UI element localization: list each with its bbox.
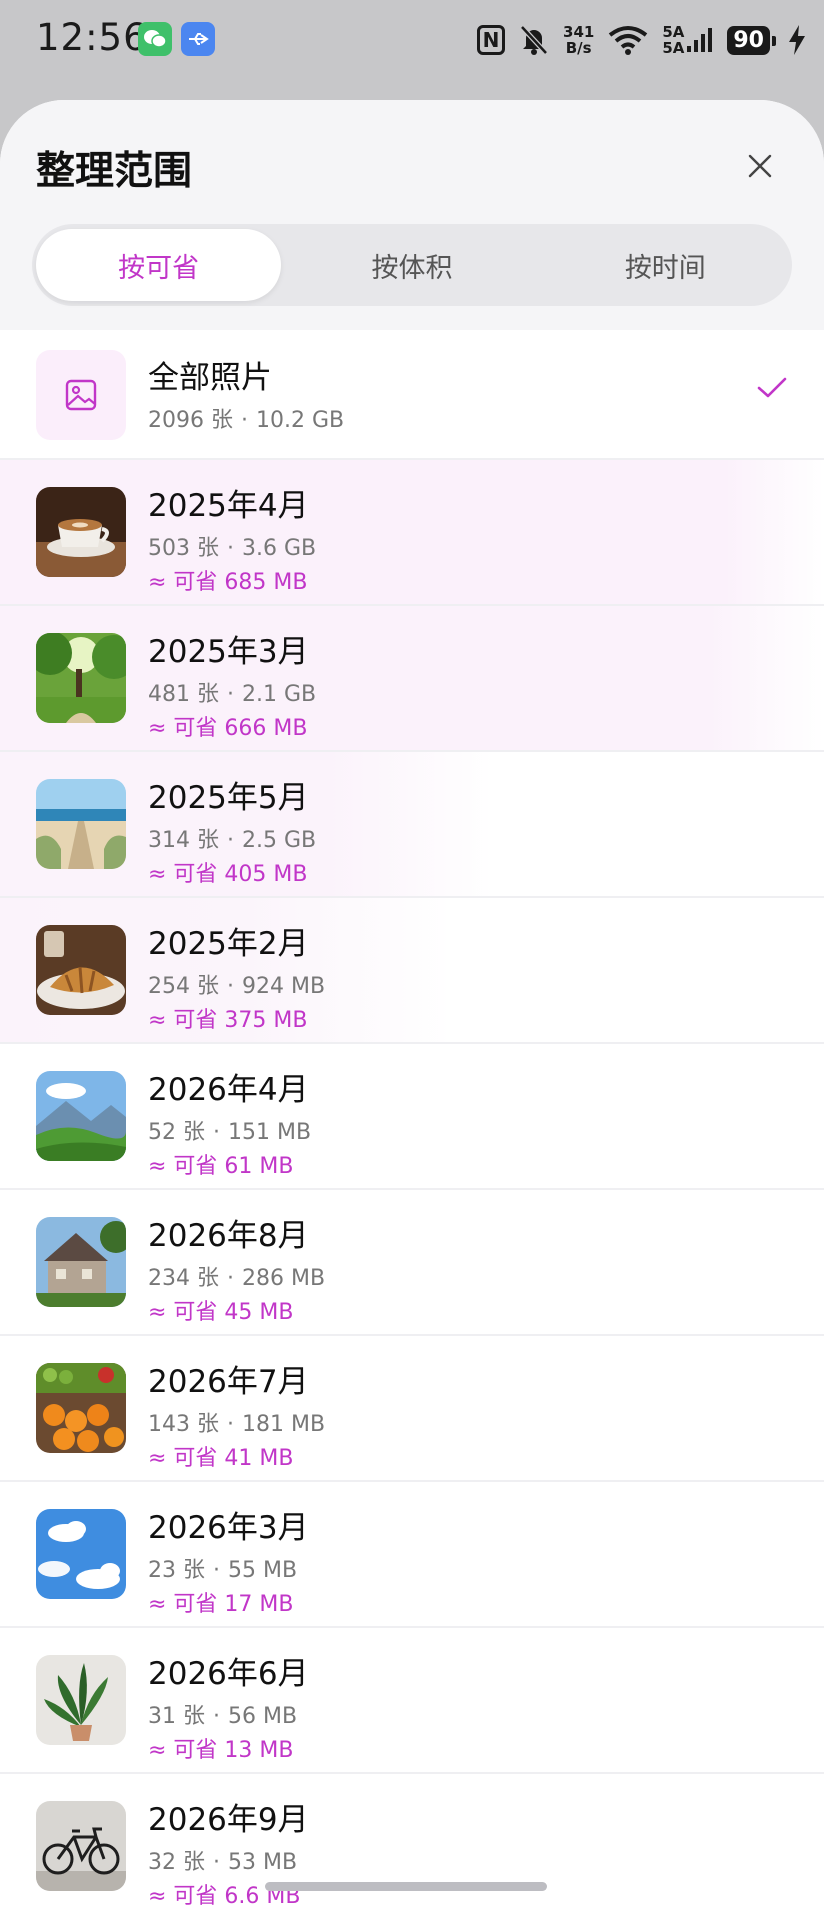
list-item[interactable]: 2026年3月 23 张 · 55 MB ≈ 可省 17 MB <box>0 1482 824 1628</box>
signal-icon: 5A 5A <box>662 24 713 56</box>
item-title: 2026年9月 <box>148 1802 309 1838</box>
nfc-icon: N <box>477 25 506 55</box>
item-stats: 143 张 · 181 MB <box>148 1412 326 1437</box>
check-icon <box>757 377 787 398</box>
hills-thumbnail <box>36 1071 126 1161</box>
sort-tabs: 按可省 按体积 按时间 <box>32 224 792 306</box>
item-savings: ≈ 可省 17 MB <box>148 1592 294 1617</box>
sheet-header: 整理范围 按可省 按体积 按时间 <box>0 100 824 330</box>
croissant-thumbnail <box>36 925 126 1015</box>
close-button[interactable] <box>732 138 788 194</box>
wifi-icon <box>609 26 648 55</box>
list-item[interactable]: 2025年5月 314 张 · 2.5 GB ≈ 可省 405 MB <box>0 752 824 898</box>
item-stats: 503 张 · 3.6 GB <box>148 536 317 561</box>
list-item[interactable]: 2025年3月 481 张 · 2.1 GB ≈ 可省 666 MB <box>0 606 824 752</box>
bicycle-thumbnail <box>36 1801 126 1891</box>
item-stats: 23 张 · 55 MB <box>148 1558 298 1583</box>
beach-thumbnail <box>36 779 126 869</box>
photo-icon <box>36 350 126 440</box>
item-stats: 2096 张 · 10.2 GB <box>148 408 345 433</box>
list-item[interactable]: 2026年4月 52 张 · 151 MB ≈ 可省 61 MB <box>0 1044 824 1190</box>
item-title: 2026年7月 <box>148 1364 309 1400</box>
range-sheet: 整理范围 按可省 按体积 按时间 全部照片 2096 张 · 10.2 GB 2… <box>0 100 824 1909</box>
status-bar: 12:56 N 341 B/s 5A 5A 90 <box>0 0 824 80</box>
item-savings: ≈ 可省 41 MB <box>148 1446 294 1471</box>
item-savings: ≈ 可省 375 MB <box>148 1008 308 1033</box>
close-icon <box>748 154 772 178</box>
list-item[interactable]: 2025年2月 254 张 · 924 MB ≈ 可省 375 MB <box>0 898 824 1044</box>
item-title: 2025年4月 <box>148 488 309 524</box>
item-stats: 32 张 · 53 MB <box>148 1850 298 1875</box>
item-stats: 314 张 · 2.5 GB <box>148 828 317 853</box>
list-item[interactable]: 2026年8月 234 张 · 286 MB ≈ 可省 45 MB <box>0 1190 824 1336</box>
tab-by-time[interactable]: 按时间 <box>543 229 788 301</box>
park-thumbnail <box>36 633 126 723</box>
charging-icon <box>789 25 805 55</box>
fruit-thumbnail <box>36 1363 126 1453</box>
status-time: 12:56 <box>36 16 148 59</box>
item-title: 2026年8月 <box>148 1218 309 1254</box>
tab-by-size[interactable]: 按体积 <box>289 229 534 301</box>
network-speed: 341 B/s <box>563 23 595 57</box>
item-savings: ≈ 可省 13 MB <box>148 1738 294 1763</box>
item-stats: 254 张 · 924 MB <box>148 974 326 999</box>
album-list: 全部照片 2096 张 · 10.2 GB 2025年4月 503 张 · 3.6 GB… <box>0 330 824 1909</box>
house-thumbnail <box>36 1217 126 1307</box>
item-title: 全部照片 <box>148 360 272 396</box>
item-title: 2025年3月 <box>148 634 309 670</box>
item-savings: ≈ 可省 45 MB <box>148 1300 294 1325</box>
item-title: 2026年4月 <box>148 1072 309 1108</box>
item-savings: ≈ 可省 405 MB <box>148 862 308 887</box>
sky-thumbnail <box>36 1509 126 1599</box>
coffee-thumbnail <box>36 487 126 577</box>
mute-icon <box>520 25 548 55</box>
item-stats: 234 张 · 286 MB <box>148 1266 326 1291</box>
list-item[interactable]: 2026年7月 143 张 · 181 MB ≈ 可省 41 MB <box>0 1336 824 1482</box>
item-savings: ≈ 可省 61 MB <box>148 1154 294 1179</box>
wechat-icon <box>138 22 172 56</box>
sheet-title: 整理范围 <box>36 149 193 194</box>
plant-thumbnail <box>36 1655 126 1745</box>
home-indicator[interactable] <box>265 1882 547 1891</box>
item-title: 2026年3月 <box>148 1510 309 1546</box>
tab-by-savings[interactable]: 按可省 <box>36 229 282 301</box>
item-stats: 481 张 · 2.1 GB <box>148 682 317 707</box>
list-item[interactable]: 2025年4月 503 张 · 3.6 GB ≈ 可省 685 MB <box>0 460 824 606</box>
item-savings: ≈ 可省 666 MB <box>148 716 308 741</box>
item-title: 2025年2月 <box>148 926 309 962</box>
list-item-all-photos[interactable]: 全部照片 2096 张 · 10.2 GB <box>0 330 824 460</box>
item-title: 2026年6月 <box>148 1656 309 1692</box>
item-title: 2025年5月 <box>148 780 309 816</box>
item-stats: 52 张 · 151 MB <box>148 1120 312 1145</box>
usb-icon <box>181 22 215 56</box>
battery-icon: 90 <box>727 25 776 55</box>
item-savings: ≈ 可省 685 MB <box>148 570 308 595</box>
item-stats: 31 张 · 56 MB <box>148 1704 298 1729</box>
list-item[interactable]: 2026年6月 31 张 · 56 MB ≈ 可省 13 MB <box>0 1628 824 1774</box>
